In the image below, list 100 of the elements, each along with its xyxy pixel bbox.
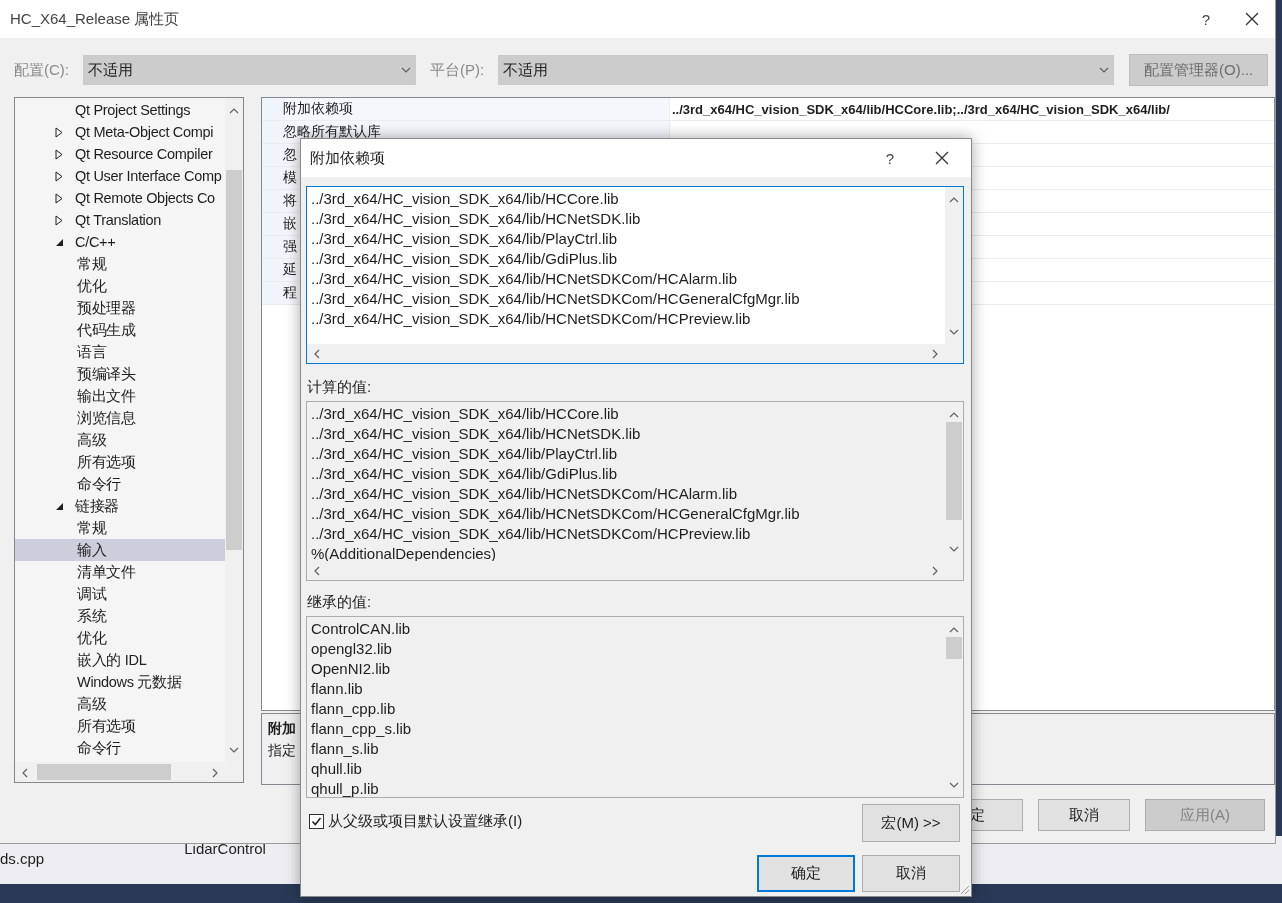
dependency-line: ../3rd_x64/HC_vision_SDK_x64/lib/HCNetSDKCom/HCAlarm.lib	[311, 269, 737, 289]
property-name-cell[interactable]: 附加依赖项	[262, 98, 670, 120]
vertical-scrollbar[interactable]	[225, 98, 243, 762]
tree-item[interactable]: 所有选项	[15, 715, 225, 737]
collapsed-triangle-icon[interactable]	[55, 148, 63, 160]
checkbox-label[interactable]: 从父级或项目默认设置继承(I)	[328, 812, 523, 831]
tree-item[interactable]: Qt Remote Objects Co	[15, 187, 225, 209]
description-title: 附加	[268, 720, 296, 738]
dependency-line: ../3rd_x64/HC_vision_SDK_x64/lib/HCNetSDKCom/HCPreview.lib	[311, 309, 751, 329]
configuration-label: 配置(C):	[14, 60, 69, 80]
platform-label: 平台(P):	[430, 60, 485, 80]
cancel-button[interactable]: 取消	[862, 855, 960, 892]
scroll-thumb[interactable]	[37, 764, 171, 780]
document-tab[interactable]: LidarControl	[184, 840, 266, 857]
computed-line: ../3rd_x64/HC_vision_SDK_x64/lib/HCNetSDKCom/HCAlarm.lib	[311, 484, 737, 504]
tree-item[interactable]: Qt Meta-Object Compi	[15, 121, 225, 143]
macros-button[interactable]: 宏(M) >>	[862, 804, 960, 842]
horizontal-scrollbar[interactable]	[307, 344, 945, 363]
checkbox[interactable]	[309, 814, 324, 829]
scroll-up-icon[interactable]	[949, 625, 959, 635]
scroll-right-icon[interactable]	[930, 349, 940, 359]
dependency-line: ../3rd_x64/HC_vision_SDK_x64/lib/GdiPlus.lib	[311, 249, 617, 269]
scroll-down-icon[interactable]	[229, 745, 239, 755]
tree-item[interactable]: 优化	[15, 627, 225, 649]
inherited-line: OpenNI2.lib	[311, 659, 391, 679]
inherited-line: ControlCAN.lib	[311, 619, 411, 639]
tree-item[interactable]: 系统	[15, 605, 225, 627]
ok-button[interactable]: 确定	[757, 855, 855, 892]
scroll-up-icon[interactable]	[949, 410, 959, 420]
scroll-up-icon[interactable]	[949, 195, 959, 205]
tree-item[interactable]: 高级	[15, 693, 225, 715]
tree-item[interactable]: 常规	[15, 253, 225, 275]
inherited-line: flann_s.lib	[311, 739, 379, 759]
tree-item[interactable]: 浏览信息	[15, 407, 225, 429]
tree-item[interactable]: 命令行	[15, 473, 225, 495]
scroll-left-icon[interactable]	[312, 349, 322, 359]
dialog-title: 附加依赖项	[310, 148, 386, 168]
collapsed-triangle-icon[interactable]	[55, 192, 63, 204]
computed-line: ../3rd_x64/HC_vision_SDK_x64/lib/HCCore.lib	[311, 404, 619, 424]
scroll-thumb[interactable]	[226, 170, 242, 550]
collapsed-triangle-icon[interactable]	[55, 170, 63, 182]
tree-item[interactable]: 清单文件	[15, 561, 225, 583]
tree-item[interactable]: 输入	[15, 539, 225, 561]
inherited-line: flann.lib	[311, 679, 363, 699]
dialog-button[interactable]: 取消	[1038, 799, 1130, 831]
computed-line: ../3rd_x64/HC_vision_SDK_x64/lib/HCNetSDK.lib	[311, 424, 641, 444]
property-value[interactable]: ../3rd_x64/HC_vision_SDK_x64/lib/HCCore.lib;../3rd_x64/HC_vision_SDK_x64/lib/	[670, 101, 1170, 117]
computed-line: ../3rd_x64/HC_vision_SDK_x64/lib/HCNetSDKCom/HCGeneralCfgMgr.lib	[311, 504, 800, 524]
tree-item[interactable]: 代码生成	[15, 319, 225, 341]
scroll-thumb[interactable]	[946, 637, 962, 659]
scroll-right-icon[interactable]	[210, 767, 220, 778]
horizontal-scrollbar[interactable]	[15, 762, 225, 782]
close-icon	[935, 151, 949, 165]
scroll-thumb[interactable]	[946, 422, 962, 520]
scroll-down-icon[interactable]	[949, 780, 959, 790]
dependency-line: ../3rd_x64/HC_vision_SDK_x64/lib/HCCore.lib	[311, 189, 619, 209]
description-text: 指定	[268, 742, 296, 760]
tree-item[interactable]: 常规	[15, 517, 225, 539]
tree-item[interactable]: 优化	[15, 275, 225, 297]
tree-item[interactable]: Windows 元数据	[15, 671, 225, 693]
scroll-down-icon[interactable]	[949, 544, 959, 554]
dependency-line: ../3rd_x64/HC_vision_SDK_x64/lib/HCNetSDKCom/HCGeneralCfgMgr.lib	[311, 289, 800, 309]
tree-item[interactable]: 嵌入的 IDL	[15, 649, 225, 671]
help-button[interactable]: ?	[1183, 10, 1229, 28]
scroll-left-icon[interactable]	[312, 566, 322, 576]
section-label: 继承的值:	[307, 593, 373, 612]
section-label: 计算的值:	[307, 378, 373, 397]
tree-item[interactable]: Qt User Interface Comp	[15, 165, 225, 187]
computed-line: ../3rd_x64/HC_vision_SDK_x64/lib/GdiPlus.lib	[311, 464, 617, 484]
expanded-triangle-icon[interactable]	[55, 501, 64, 511]
tree-item[interactable]: Qt Translation	[15, 209, 225, 231]
scroll-down-icon[interactable]	[949, 327, 959, 337]
file-name: ds.cpp	[0, 850, 45, 867]
resize-grip-icon[interactable]	[959, 884, 970, 895]
tree-item[interactable]: Qt Resource Compiler	[15, 143, 225, 165]
tree-item[interactable]: 命令行	[15, 737, 225, 759]
vertical-scrollbar[interactable]	[945, 187, 963, 344]
tree-item[interactable]: 预编译头	[15, 363, 225, 385]
tree-item[interactable]: 链接器	[15, 495, 225, 517]
window-title: HC_X64_Release 属性页	[10, 9, 181, 29]
tree-item[interactable]: 语言	[15, 341, 225, 363]
scroll-right-icon[interactable]	[930, 566, 940, 576]
computed-line: ../3rd_x64/HC_vision_SDK_x64/lib/PlayCtrl.lib	[311, 444, 617, 464]
tree-item[interactable]: Qt Project Settings	[15, 99, 225, 121]
inherited-line: opengl32.lib	[311, 639, 392, 659]
expanded-triangle-icon[interactable]	[55, 237, 64, 247]
help-button[interactable]: ?	[867, 149, 913, 167]
dependency-line: ../3rd_x64/HC_vision_SDK_x64/lib/PlayCtrl.lib	[311, 229, 617, 249]
tree-item[interactable]: 调试	[15, 583, 225, 605]
collapsed-triangle-icon[interactable]	[55, 126, 63, 138]
inherited-line: flann_cpp_s.lib	[311, 719, 412, 739]
tree-item[interactable]: C/C++	[15, 231, 225, 253]
tree-item[interactable]: 预处理器	[15, 297, 225, 319]
scroll-up-icon[interactable]	[229, 106, 239, 116]
collapsed-triangle-icon[interactable]	[55, 214, 63, 226]
scroll-left-icon[interactable]	[20, 767, 30, 778]
tree-item[interactable]: 输出文件	[15, 385, 225, 407]
tree-item[interactable]: 高级	[15, 429, 225, 451]
dependencies-input-field[interactable]	[306, 186, 964, 364]
tree-item[interactable]: 所有选项	[15, 451, 225, 473]
